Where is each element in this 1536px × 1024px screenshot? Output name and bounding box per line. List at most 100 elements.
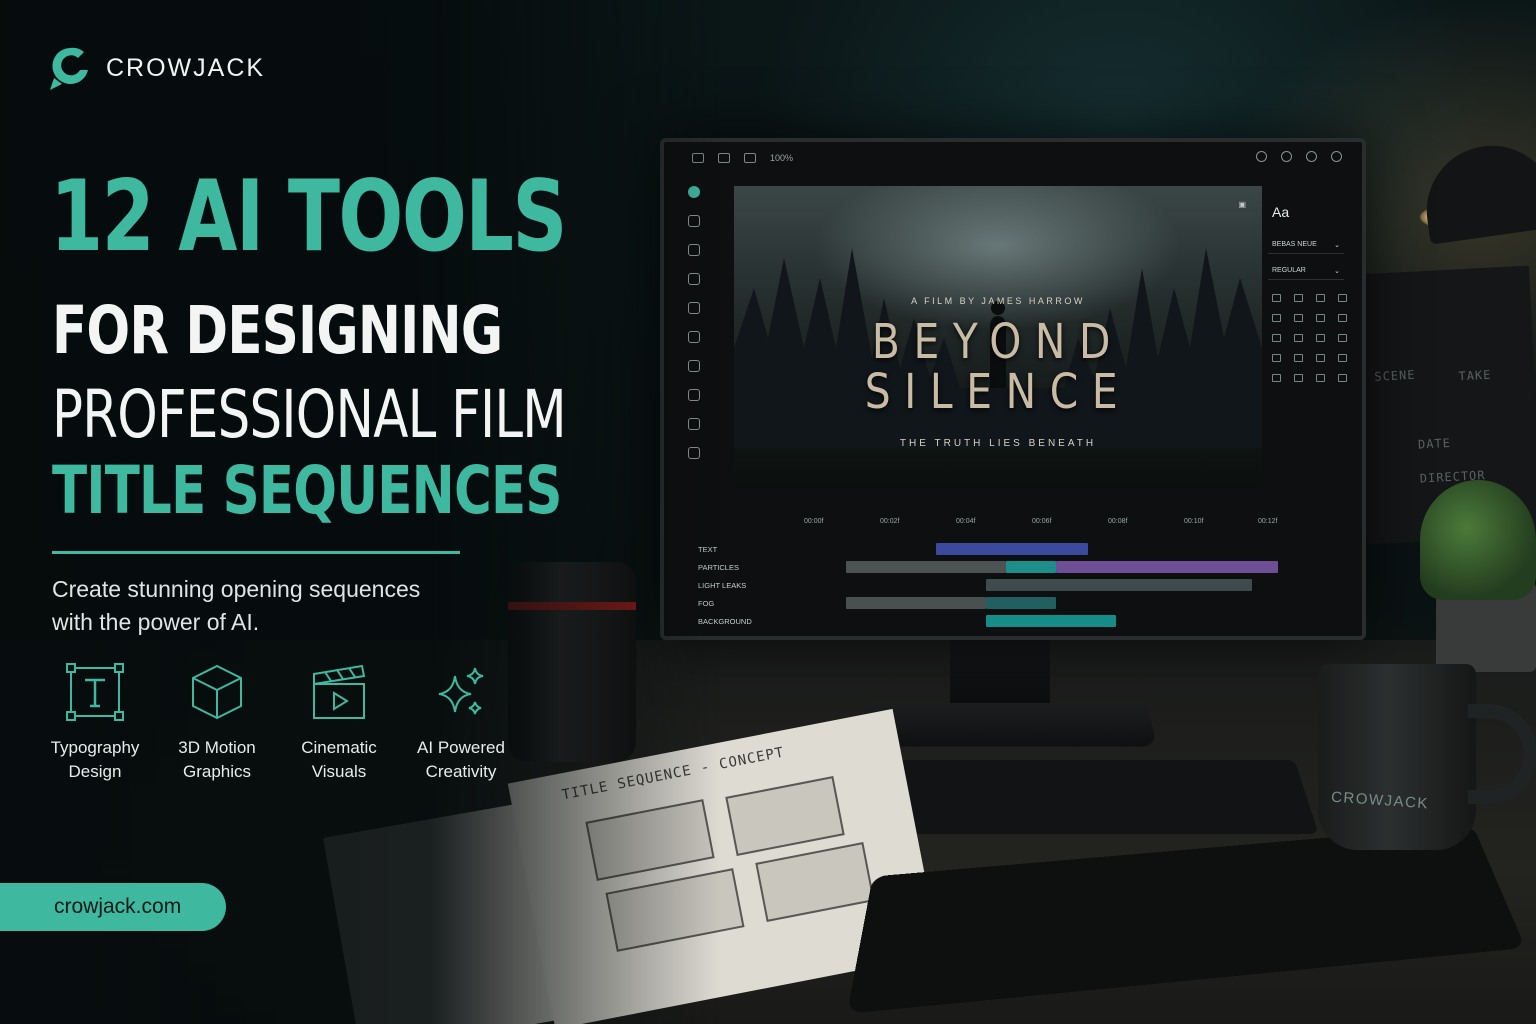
blend-icon[interactable]: [1272, 354, 1281, 362]
search-icon[interactable]: [1281, 151, 1292, 162]
clapper-scene-text: SCENE: [1374, 367, 1416, 384]
track-background[interactable]: BACKGROUND: [684, 612, 1348, 630]
brand[interactable]: CROWJACK: [48, 44, 265, 92]
video-preview[interactable]: ▣ A FILM BY JAMES HARROW BEYOND SILENCE …: [734, 186, 1262, 488]
track-particles[interactable]: PARTICLES: [684, 558, 1348, 576]
timeline-clip[interactable]: [986, 615, 1116, 627]
crowjack-logo-icon: [50, 47, 88, 90]
leading-icon[interactable]: [1294, 314, 1303, 322]
preview-mode-icon[interactable]: ▣: [1238, 200, 1246, 209]
feature-label-line1: Cinematic: [301, 738, 377, 757]
feature-label-line2: Design: [68, 762, 122, 781]
link-icon[interactable]: [1338, 354, 1347, 362]
justify-icon[interactable]: [1338, 294, 1347, 302]
preview-title-line2: SILENCE: [864, 364, 1132, 420]
font-sample: Aa: [1272, 204, 1290, 220]
font-family-value: BEBAS NEUE: [1272, 241, 1317, 248]
brand-name: CROWJACK: [106, 53, 266, 82]
timeline-clip[interactable]: [846, 561, 1006, 573]
kerning-icon[interactable]: [1316, 314, 1325, 322]
baseline-icon[interactable]: [1338, 314, 1347, 322]
preview-title-line1: BEYOND: [871, 314, 1125, 370]
headline-line1: 12 AI TOOLS: [50, 160, 567, 274]
render-icon[interactable]: [1338, 374, 1347, 382]
property-controls: [1272, 294, 1350, 382]
feature-cinematic: Cinematic Visuals: [280, 662, 398, 784]
timeline-clip[interactable]: [1006, 561, 1056, 573]
editor-toolbar: 100%: [664, 142, 1362, 174]
headline-line4: TITLE SEQUENCES: [52, 452, 562, 529]
feature-label-line1: 3D Motion: [178, 738, 256, 757]
chevron-down-icon: ⌄: [1334, 241, 1340, 249]
tick-label: 00:04f: [956, 518, 976, 525]
divider: [52, 551, 460, 554]
zoom-level[interactable]: 100%: [770, 153, 793, 163]
coffee-mug: [1318, 664, 1476, 850]
typography-icon: [66, 663, 124, 721]
shadow-icon[interactable]: [1316, 334, 1325, 342]
timeline-clip[interactable]: [986, 579, 1252, 591]
track-text[interactable]: TEXT: [684, 540, 1348, 558]
font-weight-select[interactable]: REGULAR ⌄: [1268, 262, 1344, 280]
monitor-foot: [856, 702, 1158, 747]
timeline-clip[interactable]: [846, 597, 986, 609]
record-icon[interactable]: [1306, 151, 1317, 162]
font-weight-value: REGULAR: [1272, 267, 1306, 274]
feature-label-line2: Creativity: [425, 762, 497, 781]
subtitle-line1: Create stunning opening sequences: [52, 576, 421, 602]
preview-credit: A FILM BY JAMES HARROW: [911, 296, 1085, 306]
headline-line2: FOR DESIGNING: [52, 292, 503, 369]
users-icon[interactable]: [744, 153, 756, 163]
track-light-leaks[interactable]: LIGHT LEAKS: [684, 576, 1348, 594]
track-fog[interactable]: FOG: [684, 594, 1348, 612]
tick-label: 00:08f: [1108, 518, 1128, 525]
tick-label: 00:10f: [1184, 518, 1204, 525]
subtitle-line2: with the power of AI.: [52, 609, 260, 635]
feature-list: Typography Design 3D Motion Graphics Cin…: [36, 662, 520, 784]
tick-label: 00:12f: [1258, 518, 1278, 525]
magic-icon[interactable]: [1256, 151, 1267, 162]
motion-icon[interactable]: [1316, 374, 1325, 382]
website-link-button[interactable]: crowjack.com: [0, 883, 226, 931]
glow-icon[interactable]: [1338, 334, 1347, 342]
timeline-clip[interactable]: [986, 597, 1056, 609]
ease-icon[interactable]: [1294, 374, 1303, 382]
cube-icon: [192, 664, 242, 720]
opacity-icon[interactable]: [1294, 354, 1303, 362]
timeline-clip[interactable]: [1056, 561, 1278, 573]
stroke-icon[interactable]: [1294, 334, 1303, 342]
plant: [1420, 480, 1536, 600]
feature-ai-powered: AI Powered Creativity: [402, 662, 520, 784]
timeline[interactable]: 00:00f 00:02f 00:04f 00:06f 00:08f 00:10…: [684, 518, 1348, 627]
tick-label: 00:00f: [804, 518, 824, 525]
feature-label-line2: Visuals: [311, 762, 367, 781]
feature-label-line2: Graphics: [182, 762, 252, 781]
align-right-icon[interactable]: [1316, 294, 1325, 302]
feature-label-line1: Typography: [50, 738, 140, 757]
feature-3d-motion: 3D Motion Graphics: [158, 662, 276, 784]
headline-line3: PROFESSIONAL FILM: [52, 376, 567, 453]
monitor-stand: [950, 640, 1050, 706]
settings-icon[interactable]: [1331, 151, 1342, 162]
timeline-clip[interactable]: [936, 543, 1088, 555]
clapper-date-text: DATE: [1417, 435, 1452, 452]
sparkle-icon: [438, 667, 484, 715]
fill-icon[interactable]: [1272, 334, 1281, 342]
font-family-select[interactable]: BEBAS NEUE ⌄: [1268, 236, 1344, 254]
mask-icon[interactable]: [1316, 354, 1325, 362]
feature-typography: Typography Design: [36, 662, 154, 784]
align-left-icon[interactable]: [1272, 294, 1281, 302]
align-center-icon[interactable]: [1294, 294, 1303, 302]
properties-panel: Aa BEBAS NEUE ⌄ REGULAR ⌄: [1262, 192, 1350, 488]
timeline-ruler: 00:00f 00:02f 00:04f 00:06f 00:08f 00:10…: [804, 518, 1348, 532]
tick-label: 00:06f: [1032, 518, 1052, 525]
clapper-take-text: TAKE: [1458, 367, 1492, 384]
tracking-icon[interactable]: [1272, 314, 1281, 322]
chevron-down-icon: ⌄: [1334, 267, 1340, 275]
subtitle: Create stunning opening sequences with t…: [52, 573, 512, 639]
monitor-screen: 100% ▣ A FILM BY JAMES HARROW BEYOND SIL…: [660, 138, 1366, 640]
feature-label-line1: AI Powered: [417, 738, 505, 757]
tick-label: 00:02f: [880, 518, 900, 525]
keyframe-icon[interactable]: [1272, 374, 1281, 382]
preview-tagline: THE TRUTH LIES BENEATH: [899, 438, 1097, 449]
